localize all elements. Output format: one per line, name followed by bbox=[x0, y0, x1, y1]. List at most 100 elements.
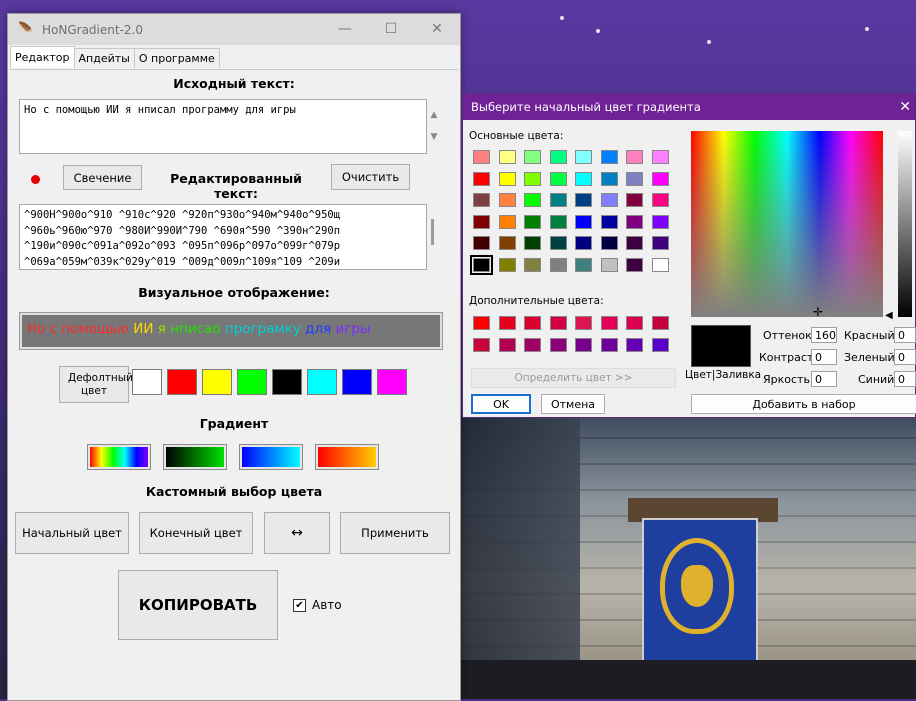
auto-checkbox[interactable]: ✔ bbox=[293, 599, 306, 612]
luminance-bar[interactable] bbox=[898, 131, 912, 317]
basic-color-cell[interactable] bbox=[575, 150, 592, 164]
swatch-black[interactable] bbox=[272, 369, 302, 395]
custom-color-cell[interactable] bbox=[473, 337, 490, 352]
basic-color-cell[interactable] bbox=[498, 236, 516, 250]
basic-color-cell[interactable] bbox=[549, 171, 567, 186]
define-color-button[interactable]: Определить цвет >> bbox=[471, 368, 676, 388]
basic-color-cell[interactable] bbox=[575, 171, 592, 186]
basic-color-cell[interactable] bbox=[600, 193, 618, 207]
source-scrollbar[interactable]: ▲ ▼ bbox=[428, 104, 440, 152]
basic-color-cell[interactable] bbox=[626, 257, 643, 272]
close-button[interactable]: ✕ bbox=[414, 14, 460, 45]
green-input[interactable]: 0 bbox=[894, 349, 916, 365]
basic-color-cell[interactable] bbox=[473, 193, 490, 207]
apply-button[interactable]: Применить bbox=[340, 512, 450, 554]
custom-color-cell[interactable] bbox=[651, 316, 669, 330]
custom-color-cell[interactable] bbox=[626, 316, 643, 330]
basic-color-cell[interactable] bbox=[498, 171, 516, 186]
start-color-button[interactable]: Начальный цвет bbox=[15, 512, 129, 554]
tab-updates[interactable]: Апдейты bbox=[73, 48, 135, 68]
basic-color-cell[interactable] bbox=[651, 257, 669, 272]
basic-color-cell[interactable] bbox=[549, 193, 567, 207]
basic-color-cell[interactable] bbox=[524, 214, 541, 229]
basic-color-cell[interactable] bbox=[498, 193, 516, 207]
basic-color-cell[interactable] bbox=[470, 254, 493, 275]
custom-color-cell[interactable] bbox=[498, 337, 516, 352]
gradient-black-green[interactable] bbox=[164, 445, 226, 469]
luminance-input[interactable]: 0 bbox=[811, 371, 837, 387]
default-color-button[interactable]: Дефолтный цвет bbox=[59, 366, 133, 403]
maximize-button[interactable]: ☐ bbox=[368, 14, 414, 45]
basic-color-cell[interactable] bbox=[524, 171, 541, 186]
gradient-red-yellow[interactable] bbox=[316, 445, 378, 469]
end-color-button[interactable]: Конечный цвет bbox=[139, 512, 253, 554]
clear-button[interactable]: Очистить bbox=[331, 164, 410, 190]
custom-color-cell[interactable] bbox=[549, 337, 567, 352]
dialog-close-icon[interactable]: ✕ bbox=[899, 94, 911, 120]
minimize-button[interactable]: — bbox=[322, 14, 368, 45]
basic-color-cell[interactable] bbox=[473, 171, 490, 186]
basic-color-cell[interactable] bbox=[549, 236, 567, 250]
cancel-button[interactable]: Отмена bbox=[541, 394, 605, 414]
basic-color-cell[interactable] bbox=[626, 236, 643, 250]
basic-color-cell[interactable] bbox=[549, 150, 567, 164]
basic-color-cell[interactable] bbox=[600, 150, 618, 164]
tab-editor[interactable]: Редактор bbox=[10, 46, 75, 68]
basic-color-cell[interactable] bbox=[626, 214, 643, 229]
custom-color-cell[interactable] bbox=[600, 316, 618, 330]
swatch-cyan[interactable] bbox=[307, 369, 337, 395]
swatch-blue[interactable] bbox=[342, 369, 372, 395]
luminance-arrow-icon[interactable]: ◀ bbox=[885, 310, 893, 321]
basic-color-cell[interactable] bbox=[575, 193, 592, 207]
red-input[interactable]: 0 bbox=[894, 327, 916, 343]
custom-color-cell[interactable] bbox=[524, 337, 541, 352]
basic-color-cell[interactable] bbox=[498, 214, 516, 229]
basic-color-cell[interactable] bbox=[575, 214, 592, 229]
basic-color-cell[interactable] bbox=[549, 257, 567, 272]
basic-color-cell[interactable] bbox=[651, 150, 669, 164]
saturation-input[interactable]: 0 bbox=[811, 349, 837, 365]
swatch-green[interactable] bbox=[237, 369, 267, 395]
basic-color-cell[interactable] bbox=[626, 171, 643, 186]
blue-input[interactable]: 0 bbox=[894, 371, 916, 387]
basic-color-cell[interactable] bbox=[498, 257, 516, 272]
edited-text-output[interactable]: ^900Н^900о^910 ^910с^920 ^920п^930о^940м… bbox=[19, 204, 427, 270]
custom-color-cell[interactable] bbox=[651, 337, 669, 352]
basic-color-cell[interactable] bbox=[549, 214, 567, 229]
gradient-rainbow[interactable] bbox=[88, 445, 150, 469]
swap-button[interactable]: ↔ bbox=[264, 512, 330, 554]
custom-color-cell[interactable] bbox=[498, 316, 516, 330]
title-bar[interactable]: 🪶 HoNGradient-2.0 — ☐ ✕ bbox=[8, 14, 460, 45]
color-spectrum[interactable] bbox=[691, 131, 883, 317]
basic-color-cell[interactable] bbox=[600, 171, 618, 186]
basic-color-cell[interactable] bbox=[626, 193, 643, 207]
basic-color-cell[interactable] bbox=[498, 150, 516, 164]
swatch-red[interactable] bbox=[167, 369, 197, 395]
basic-color-cell[interactable] bbox=[473, 150, 490, 164]
custom-color-cell[interactable] bbox=[600, 337, 618, 352]
basic-color-cell[interactable] bbox=[651, 236, 669, 250]
add-to-custom-button[interactable]: Добавить в набор bbox=[691, 394, 916, 414]
basic-color-cell[interactable] bbox=[524, 193, 541, 207]
hue-input[interactable]: 160 bbox=[811, 327, 837, 343]
basic-color-cell[interactable] bbox=[600, 214, 618, 229]
custom-color-cell[interactable] bbox=[549, 316, 567, 330]
tab-about[interactable]: О программе bbox=[133, 48, 220, 68]
basic-color-cell[interactable] bbox=[524, 150, 541, 164]
custom-color-cell[interactable] bbox=[626, 337, 643, 352]
custom-color-cell[interactable] bbox=[575, 337, 592, 352]
basic-color-cell[interactable] bbox=[575, 257, 592, 272]
basic-color-cell[interactable] bbox=[524, 257, 541, 272]
basic-color-cell[interactable] bbox=[651, 214, 669, 229]
source-text-input[interactable]: Но с помощью ИИ я нписал программу для и… bbox=[19, 99, 427, 154]
swatch-yellow[interactable] bbox=[202, 369, 232, 395]
custom-color-cell[interactable] bbox=[524, 316, 541, 330]
ok-button[interactable]: OK bbox=[471, 394, 531, 414]
glow-button[interactable]: Свечение bbox=[63, 165, 142, 190]
basic-color-cell[interactable] bbox=[524, 236, 541, 250]
basic-color-cell[interactable] bbox=[600, 257, 618, 272]
swatch-white[interactable] bbox=[132, 369, 162, 395]
copy-button[interactable]: КОПИРОВАТЬ bbox=[118, 570, 278, 640]
edited-scrollbar[interactable] bbox=[431, 219, 434, 245]
basic-color-cell[interactable] bbox=[473, 236, 490, 250]
